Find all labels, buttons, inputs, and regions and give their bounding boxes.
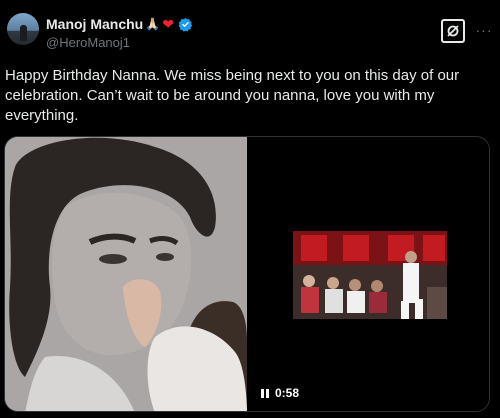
tweet-video[interactable]: 0:58	[247, 137, 489, 411]
video-thumbnail[interactable]	[293, 231, 447, 319]
pause-icon[interactable]	[261, 388, 269, 398]
video-frame-illustration	[293, 231, 447, 319]
grok-icon[interactable]	[441, 19, 465, 43]
tweet-photo[interactable]	[5, 137, 247, 411]
author-name[interactable]: Manoj Manchu	[46, 16, 143, 32]
praying-hands-emoji: 🙏🏻	[145, 17, 161, 31]
tweet-media[interactable]: 0:58	[4, 136, 490, 412]
grok-glyph-icon	[447, 25, 459, 37]
avatar-figure	[20, 25, 27, 41]
duration-label: 0:58	[275, 386, 300, 400]
author-avatar[interactable]	[7, 13, 39, 45]
author-handle[interactable]: @HeroManoj1	[46, 35, 130, 50]
verified-badge-icon	[178, 17, 193, 32]
video-duration: 0:58	[261, 383, 299, 403]
tweet-text: Happy Birthday Nanna. We miss being next…	[5, 67, 460, 124]
photo-illustration	[5, 137, 247, 411]
author-name-row[interactable]: Manoj Manchu 🙏🏻 ❤	[46, 15, 193, 33]
heart-emoji: ❤	[162, 15, 174, 32]
more-icon[interactable]: ···	[474, 20, 494, 40]
